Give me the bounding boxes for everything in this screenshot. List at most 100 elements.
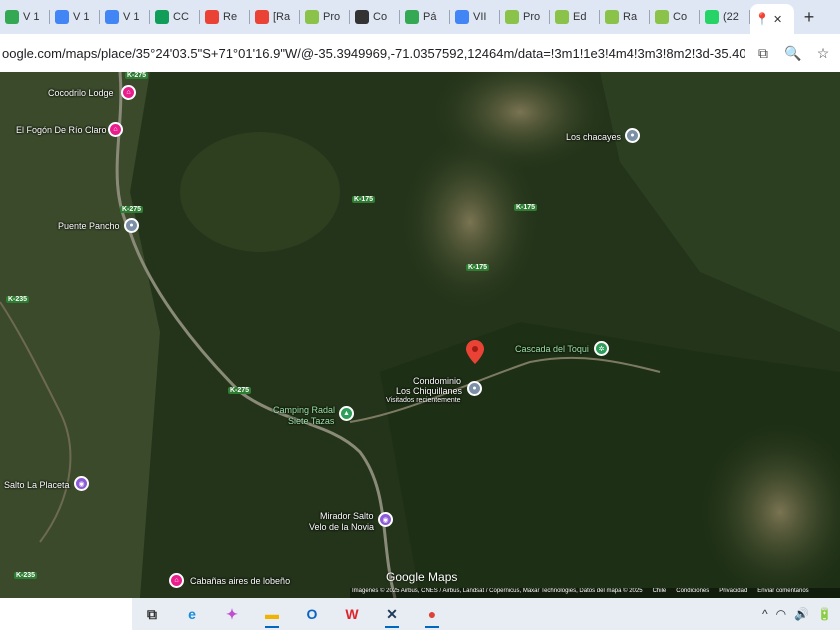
park-pin-icon[interactable]: ✲ [594, 341, 609, 356]
tab-label: VII [473, 11, 487, 23]
windows-taskbar: ⧉ e ✦ ▬ O W ✕ ● ^ ◠ 🔊 🔋 [0, 598, 840, 630]
campground-pin-icon[interactable]: ▲ [339, 406, 354, 421]
battery-icon[interactable]: 🔋 [817, 607, 832, 621]
leaf-icon [605, 10, 619, 24]
road-label: K-175 [466, 264, 490, 271]
road-label: K-235 [6, 296, 30, 303]
system-tray: ^ ◠ 🔊 🔋 [762, 607, 840, 621]
browser-tab[interactable]: Pro [500, 4, 550, 30]
landmark-pin-icon[interactable]: ● [625, 128, 640, 143]
browser-tab[interactable]: Ed [550, 4, 600, 30]
browser-tab[interactable]: Re [200, 4, 250, 30]
place-label[interactable]: Mirador Salto [320, 511, 374, 521]
road-label: K-275 [228, 387, 252, 394]
browser-tab[interactable]: Pro [300, 4, 350, 30]
browser-tab[interactable]: V 1 [0, 4, 50, 30]
browser-tab[interactable]: [Ra [250, 4, 300, 30]
google-docs-icon [455, 10, 469, 24]
road-label: K-275 [120, 206, 144, 213]
tab-label: Pro [523, 11, 541, 23]
leaf-icon [655, 10, 669, 24]
tab-label: Co [673, 11, 688, 23]
place-label[interactable]: Cascada del Toqui [515, 344, 589, 354]
leaf-icon [505, 10, 519, 24]
google-drive-icon [5, 10, 19, 24]
tab-label: V 1 [23, 11, 40, 23]
bookmark-star-icon[interactable]: ☆ [811, 41, 835, 65]
place-label-line2[interactable]: Los Chiquillanes [396, 386, 462, 396]
browser-tab[interactable]: (22 [700, 4, 750, 30]
attr-link[interactable]: Enviar comentarios [757, 588, 808, 598]
place-label[interactable]: El Fogón De Río Claro [16, 125, 107, 135]
tab-label: [Ra [273, 11, 291, 23]
viewpoint-pin-icon[interactable]: ◉ [74, 476, 89, 491]
landmark-pin-icon[interactable]: ● [124, 218, 139, 233]
outlook-icon[interactable]: O [295, 600, 329, 628]
road-label: K-235 [14, 572, 38, 579]
browser-tab[interactable]: Co [650, 4, 700, 30]
edge-icon[interactable]: e [175, 600, 209, 628]
tray-expand-icon[interactable]: ^ [762, 607, 768, 621]
selected-location-marker-icon[interactable] [466, 340, 484, 364]
google-maps-icon: 📍 [754, 12, 770, 26]
landmark-pin-icon[interactable]: ● [467, 381, 482, 396]
leaf-icon [305, 10, 319, 24]
attr-link[interactable]: Chile [653, 588, 667, 598]
recently-visited-label: Visitados recientemente [386, 397, 461, 404]
browser-tab[interactable]: CC [150, 4, 200, 30]
place-label[interactable]: Cocodrilo Lodge [48, 88, 114, 98]
place-label[interactable]: Los chacayes [566, 132, 621, 142]
tab-label: Pro [323, 11, 341, 23]
google-drive-icon [405, 10, 419, 24]
tab-label: V 1 [123, 11, 140, 23]
browser-tab[interactable]: Co [350, 4, 400, 30]
lodging-pin-icon[interactable]: ⌂ [108, 122, 123, 137]
active-tab-google-maps[interactable]: 📍 ✕ [750, 4, 794, 34]
attr-link[interactable]: Condiciones [676, 588, 709, 598]
wifi-icon[interactable]: ◠ [776, 607, 786, 621]
address-bar: oogle.com/maps/place/35°24'03.5"S+71°01'… [0, 34, 840, 72]
google-sheets-icon [155, 10, 169, 24]
close-tab-icon[interactable]: ✕ [773, 13, 782, 26]
install-app-icon[interactable]: ⧉ [751, 41, 775, 65]
new-tab-button[interactable]: + [794, 7, 824, 28]
browser-tab[interactable]: V 1 [100, 4, 150, 30]
google-docs-icon [105, 10, 119, 24]
tab-label: Pá [423, 11, 437, 23]
place-label[interactable]: Camping Radal [273, 405, 335, 415]
leaf-icon [555, 10, 569, 24]
browser-tab[interactable]: Pá [400, 4, 450, 30]
place-label-line2[interactable]: Velo de la Novia [309, 522, 374, 532]
tab-label: Re [223, 11, 238, 23]
attribution-text: Imágenes © 2025 Airbus, CNES / Airbus, L… [352, 588, 643, 594]
lodging-pin-icon[interactable]: ⌂ [121, 85, 136, 100]
task-view-icon[interactable]: ⧉ [135, 600, 169, 628]
viewpoint-pin-icon[interactable]: ◉ [378, 512, 393, 527]
satellite-map[interactable]: K-275 K-275 K-175 K-175 K-175 K-235 K-27… [0, 72, 840, 598]
place-label[interactable]: Puente Pancho [58, 221, 120, 231]
place-label[interactable]: Salto La Placeta [4, 480, 70, 490]
place-label[interactable]: Condominio [413, 376, 461, 386]
lodging-pin-icon[interactable]: ⌂ [169, 573, 184, 588]
zoom-icon[interactable]: 🔍 [781, 41, 805, 65]
chrome-icon[interactable]: ● [415, 600, 449, 628]
satellite-imagery [0, 72, 840, 598]
tab-label: CC [173, 11, 189, 23]
place-label-line2[interactable]: Siete Tazas [288, 416, 334, 426]
attr-link[interactable]: Privacidad [719, 588, 747, 598]
app-icon[interactable]: ✕ [375, 600, 409, 628]
gmail-icon [255, 10, 269, 24]
browser-tab[interactable]: VII [450, 4, 500, 30]
browser-tab[interactable]: Ra [600, 4, 650, 30]
google-docs-icon [55, 10, 69, 24]
file-explorer-icon[interactable]: ▬ [255, 600, 289, 628]
copilot-icon[interactable]: ✦ [215, 600, 249, 628]
url-field[interactable]: oogle.com/maps/place/35°24'03.5"S+71°01'… [0, 46, 745, 61]
place-label[interactable]: Cabañas aires de lobeño [190, 576, 290, 586]
road-label: K-175 [514, 204, 538, 211]
browser-tab[interactable]: V 1 [50, 4, 100, 30]
volume-icon[interactable]: 🔊 [794, 607, 809, 621]
taskbar-search-area[interactable] [0, 598, 132, 630]
wps-icon[interactable]: W [335, 600, 369, 628]
tab-label: Ra [623, 11, 638, 23]
